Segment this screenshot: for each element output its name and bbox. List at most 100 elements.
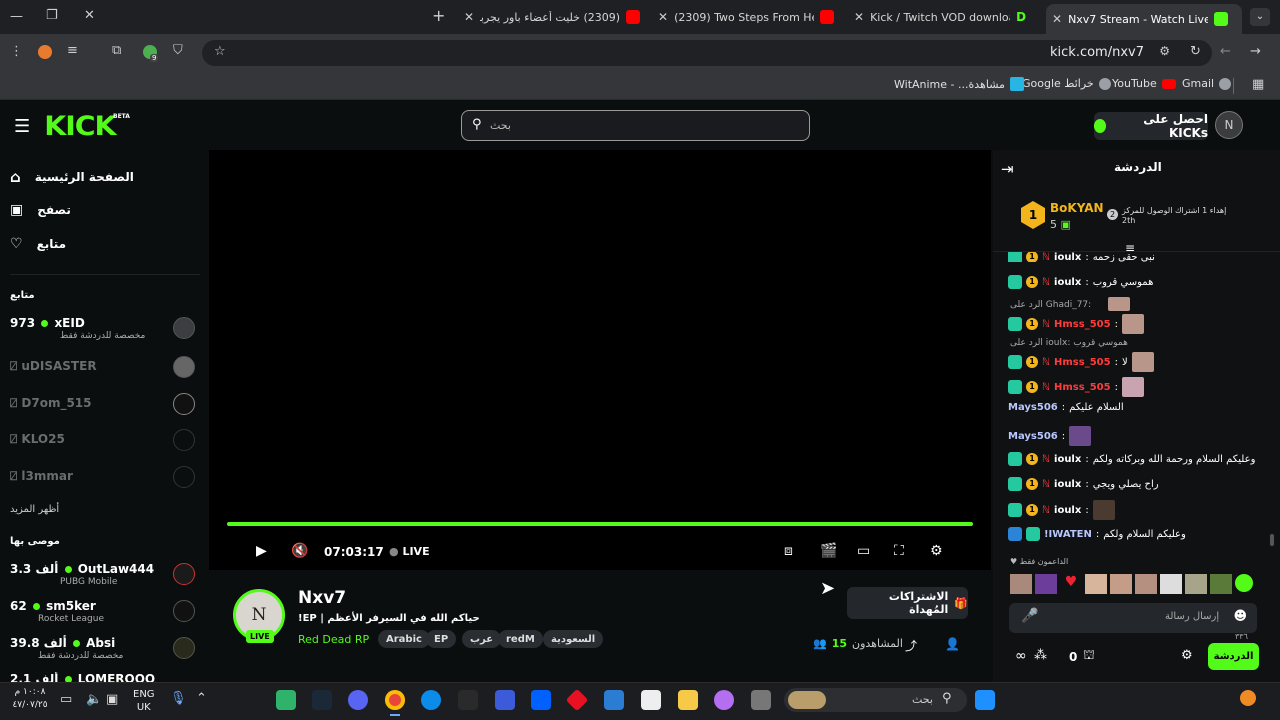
settings-gear-icon[interactable]: ⚙ [930,543,943,559]
channel-name[interactable]: Nxv7 [298,588,346,608]
nav-following[interactable]: ♡ متابع [10,236,66,252]
windows-start-icon[interactable] [975,690,995,710]
following-item-xeid[interactable]: 973 xEID مخصصة للدردشة فقط [10,316,195,342]
copilot-icon[interactable] [714,690,734,710]
following-item-d7om[interactable]: ⍁ D7om_515 [10,392,195,418]
recommended-item-outlaw444[interactable]: 3.3 ألف OutLaw444 PUBG Mobile [10,562,195,588]
forward-icon[interactable]: ← [1220,44,1231,59]
collapse-chat-icon[interactable]: ⇥ [1001,160,1014,178]
app-icon-blue[interactable] [495,690,515,710]
battery-icon[interactable]: ▭ [60,692,72,707]
network-icon[interactable]: ▣ [106,692,118,707]
tab-vod-downloader[interactable]: ✕ Kick / Twitch VOD downloader D [848,4,1040,30]
profile-extension-icon[interactable] [38,45,52,59]
following-item-l3mmar[interactable]: ⍁ l3mmar [10,465,195,491]
minimize-icon[interactable]: — [10,9,23,24]
chat-username[interactable]: Hmss_505 [1054,357,1111,368]
heart-emote-icon[interactable]: ♥ [1060,574,1082,594]
progress-bar[interactable] [227,522,973,526]
chat-username[interactable]: ioulx [1054,252,1081,262]
address-bar[interactable]: ☆ kick.com/nxv7 ⚙ [202,40,1212,66]
chat-username[interactable]: Mays506 [1008,431,1058,442]
close-tab-icon[interactable]: ✕ [854,10,864,24]
close-tab-icon[interactable]: ✕ [658,10,668,24]
clock[interactable]: ١٠:٠٨ م ٤٧/٠٧/٢٥ [10,686,50,712]
clip-icon[interactable]: 🎬 [820,543,837,559]
chat-username[interactable]: ioulx [1054,505,1081,516]
shield-icon[interactable]: ⛉ [173,43,183,58]
supporter-avatar[interactable] [1010,574,1032,594]
tag-chip[interactable]: السعودية [543,630,604,648]
gift-cluster-icon[interactable]: ⁂ [1034,648,1047,663]
kicks-gift-icon[interactable]: ⛫ [1083,648,1095,665]
theater-mode-icon[interactable]: ▭ [857,543,870,559]
tab-youtube-power[interactable]: ✕ (2309) خليت أعضاء باور يجربون ا [458,4,648,30]
tab-kick-nxv7[interactable]: ✕ Nxv7 Stream - Watch Live on Ki [1046,4,1242,34]
dropbox-icon[interactable] [531,690,551,710]
kick-logo[interactable]: KICK [44,111,116,142]
bookmark-witanime[interactable]: مشاهدة... - WitAnime [894,77,1024,91]
stream-category[interactable]: Red Dead RP [298,633,369,646]
chat-settings-icon[interactable]: ⚙ [1181,648,1193,663]
recommended-item-sm5ker[interactable]: 62 sm5ker Rocket League [10,599,195,625]
nav-browse[interactable]: ▣ تصفح [10,202,71,218]
apps-grid-icon[interactable]: ▦ [1252,77,1264,92]
video-player[interactable] [209,150,991,570]
chat-send-button[interactable]: الدردشة [1208,643,1259,670]
supporter-avatar[interactable] [1185,574,1207,594]
reload-icon[interactable]: ↻ [1190,44,1201,59]
app-icon-green[interactable] [276,690,296,710]
chat-message-input[interactable]: 🎤 إرسال رسالة ☻ [1009,603,1257,633]
supporter-avatar[interactable] [1035,574,1057,594]
mail-icon[interactable] [604,690,624,710]
close-tab-icon[interactable]: ✕ [1052,12,1062,26]
chat-username[interactable]: ioulx [1054,479,1081,490]
tag-chip[interactable]: EP [426,630,457,648]
hamburger-menu-icon[interactable]: ☰ [14,116,30,137]
follow-user-icon[interactable]: 👤 [945,637,960,651]
microphone-icon[interactable]: 🎙 [170,691,187,706]
chrome-icon[interactable] [385,690,405,710]
site-settings-icon[interactable]: ⚙ [1159,44,1170,58]
chat-username[interactable]: Hmss_505 [1054,319,1111,330]
discord-icon[interactable] [348,690,368,710]
tab-youtube-two-steps[interactable]: ✕ (2309) Two Steps From Hell - St [652,4,844,30]
chat-username[interactable]: Mays506 [1008,402,1058,413]
bookmark-gmail[interactable]: Gmail [1182,77,1232,90]
taskbar-search[interactable]: بحث ⚲ [784,688,967,712]
get-kicks-button[interactable]: احصل على KICKs [1094,112,1208,140]
edge-icon[interactable] [421,690,441,710]
recommended-item-lomerooo[interactable]: 2.1 ألف LOMEROOO [10,672,195,682]
bookmark-star-icon[interactable]: ☆ [214,44,226,59]
extensions-icon[interactable]: ⧉ [112,43,121,58]
queue-icon[interactable]: ≡ [67,43,78,58]
user-avatar[interactable]: N [1215,111,1243,139]
share-icon[interactable]: ⤴ [905,637,917,654]
file-explorer-icon[interactable] [678,690,698,710]
supporter-avatar[interactable] [1135,574,1157,594]
mute-icon[interactable]: 🔇 [291,543,308,559]
supporter-avatar[interactable] [1085,574,1107,594]
epic-games-icon[interactable] [458,690,478,710]
tab-search-icon[interactable]: ⌄ [1250,8,1270,26]
chat-username[interactable]: ioulx [1054,454,1081,465]
language-indicator[interactable]: ENG UK [133,688,155,714]
supporter-avatar[interactable] [1110,574,1132,594]
show-more-link[interactable]: أظهر المزيد [10,504,59,515]
bookmark-google-maps[interactable]: خرائط Google [1022,77,1111,90]
supporter-avatar[interactable] [1210,574,1232,594]
menu-dots-icon[interactable]: ⋮ [10,44,23,59]
following-item-klo25[interactable]: ⍁ KLO25 [10,428,195,454]
restore-icon[interactable]: ❐ [46,8,58,23]
nav-home[interactable]: ⌂ الصفحة الرئيسية [10,168,134,186]
tray-overflow-icon[interactable]: ⌃ [196,691,207,706]
following-item-udisaster[interactable]: ⍁ uDISASTER [10,355,195,381]
pinned-username[interactable]: BoKYAN [1050,201,1104,215]
emoji-icon[interactable]: ☻ [1233,609,1247,624]
new-tab-button[interactable]: + [432,6,445,25]
play-icon[interactable]: ▶ [256,543,267,559]
chat-username[interactable]: Hmss_505 [1054,382,1111,393]
tag-chip[interactable]: Arabic [378,630,430,648]
task-view-icon[interactable] [751,690,771,710]
gift-subs-button[interactable]: 🎁 الاشتراكات المُهداة [847,587,968,619]
